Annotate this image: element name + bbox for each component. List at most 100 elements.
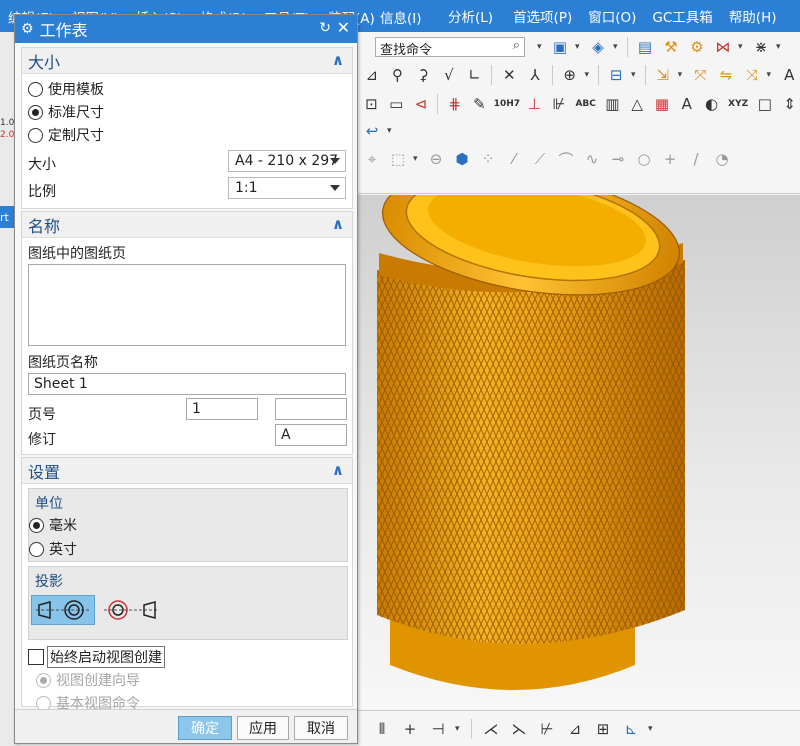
- snap-icon[interactable]: ⋇: [750, 36, 772, 58]
- circle-icon[interactable]: ○: [633, 148, 655, 170]
- label-abc[interactable]: ABC: [573, 93, 598, 115]
- cross-icon[interactable]: ✕: [498, 64, 520, 86]
- stack-icon[interactable]: ⇕: [779, 93, 800, 115]
- triangle-icon[interactable]: △: [627, 93, 648, 115]
- table-icon[interactable]: ▥: [602, 93, 623, 115]
- fillet-icon[interactable]: ⊬: [536, 718, 558, 740]
- menu-info[interactable]: 信息(I): [372, 7, 430, 27]
- analysis-icon[interactable]: ⚙: [686, 36, 708, 58]
- dimension-icon[interactable]: ⊟: [605, 64, 627, 86]
- radio-use-template[interactable]: 使用模板: [28, 79, 104, 99]
- line-icon[interactable]: ⊿: [361, 64, 383, 86]
- view-frame-icon[interactable]: ⊡: [361, 93, 382, 115]
- sketch-snap-icon[interactable]: ⌖: [361, 148, 383, 170]
- pattern-icon[interactable]: ⊞: [592, 718, 614, 740]
- radio-custom-size[interactable]: 定制尺寸: [28, 125, 104, 145]
- constraint-icon[interactable]: ⊾: [620, 718, 642, 740]
- sheet-list[interactable]: [28, 264, 346, 346]
- view-sheet-icon[interactable]: ▭: [386, 93, 407, 115]
- first-angle-projection-button[interactable]: [31, 595, 95, 625]
- dropdown-arrow-icon[interactable]: ▾: [678, 70, 686, 80]
- chamfer-icon[interactable]: ⊿: [564, 718, 586, 740]
- dropdown-arrow-icon[interactable]: ▾: [537, 42, 545, 52]
- revision-input[interactable]: A: [275, 424, 347, 446]
- add-icon[interactable]: +: [399, 718, 421, 740]
- dropdown-arrow-icon[interactable]: ▾: [776, 42, 784, 52]
- plus-icon[interactable]: +: [659, 148, 681, 170]
- tools-icon[interactable]: ⚒: [660, 36, 682, 58]
- weld-icon[interactable]: ⊮: [549, 93, 570, 115]
- radio-inch[interactable]: 英寸: [29, 539, 77, 559]
- target-icon[interactable]: ⊕: [559, 64, 581, 86]
- node-icon[interactable]: ⊸: [607, 148, 629, 170]
- graphics-viewport[interactable]: [355, 195, 800, 710]
- cube-icon[interactable]: ⬢: [451, 148, 473, 170]
- menu-analysis[interactable]: 分析(L): [440, 6, 501, 26]
- chart-table-icon[interactable]: ▦: [652, 93, 673, 115]
- cylinder-icon[interactable]: ⊖: [425, 148, 447, 170]
- tolerance-label[interactable]: 10H7: [494, 93, 520, 115]
- selection-filter-icon[interactable]: ⋈: [712, 36, 734, 58]
- cancel-button[interactable]: 取消: [294, 716, 348, 740]
- dropdown-arrow-icon[interactable]: ▾: [575, 42, 583, 52]
- dropdown-arrow-icon[interactable]: ▾: [584, 70, 592, 80]
- rectangle-select-icon[interactable]: ⬚: [387, 148, 409, 170]
- check-icon[interactable]: √: [438, 64, 460, 86]
- command-finder-input[interactable]: 查找命令 ⌕: [375, 37, 525, 58]
- dropdown-arrow-icon[interactable]: ▾: [767, 70, 775, 80]
- menu-gc-toolbox[interactable]: GC工具箱: [644, 6, 720, 26]
- arrow-view-icon[interactable]: ⊲: [411, 93, 432, 115]
- bend-icon[interactable]: ⅄: [524, 64, 546, 86]
- datum-icon[interactable]: ⊥: [524, 93, 545, 115]
- layer-icon[interactable]: ▤: [634, 36, 656, 58]
- page-number-input[interactable]: 1: [186, 398, 258, 420]
- size-section-header[interactable]: 大小 ∧: [22, 48, 352, 74]
- settings-section-header[interactable]: 设置 ∧: [22, 458, 352, 484]
- grid-icon[interactable]: ⋕: [444, 93, 465, 115]
- trim-icon[interactable]: ⋌: [480, 718, 502, 740]
- apply-button[interactable]: 应用: [237, 716, 289, 740]
- size-select[interactable]: A4 - 210 x 297: [228, 150, 346, 172]
- dropdown-arrow-icon[interactable]: ▾: [631, 70, 639, 80]
- label-xyz[interactable]: XYZ: [726, 93, 751, 115]
- gauge-icon[interactable]: ◔: [711, 148, 733, 170]
- transform-icon[interactable]: ⇲: [652, 64, 674, 86]
- dialog-titlebar[interactable]: ⚙ 工作表 ↻ ✕: [15, 15, 357, 43]
- zoom-icon[interactable]: ⚲: [387, 64, 409, 86]
- collapse-icon[interactable]: ∧: [332, 215, 344, 233]
- dropdown-arrow-icon[interactable]: ▾: [613, 42, 621, 52]
- points-icon[interactable]: ⁘: [477, 148, 499, 170]
- close-icon[interactable]: ✕: [337, 18, 350, 37]
- move-icon[interactable]: ⤧: [689, 64, 711, 86]
- angle-icon[interactable]: ∟: [464, 64, 486, 86]
- collapse-icon[interactable]: ∧: [332, 51, 344, 69]
- orient-view-icon[interactable]: ◈: [587, 36, 609, 58]
- radio-millimeter[interactable]: 毫米: [29, 515, 77, 535]
- menu-window[interactable]: 窗口(O): [580, 6, 644, 26]
- scale-select[interactable]: 1:1: [228, 177, 346, 199]
- symmetry-icon[interactable]: ⫴: [371, 718, 393, 740]
- slash-icon[interactable]: /: [685, 148, 707, 170]
- line-draw-icon[interactable]: ⁄: [503, 148, 525, 170]
- dropdown-arrow-icon[interactable]: ▾: [413, 154, 421, 164]
- annotation-icon[interactable]: ✎: [469, 93, 490, 115]
- menu-preferences[interactable]: 首选项(P): [505, 6, 580, 26]
- measure-icon[interactable]: ⚳: [412, 64, 434, 86]
- symbol-icon[interactable]: ◐: [701, 93, 722, 115]
- sheet-name-input[interactable]: Sheet 1: [28, 373, 346, 395]
- radio-view-creation-wizard[interactable]: 视图创建向导: [36, 670, 140, 690]
- ok-button[interactable]: 确定: [178, 716, 232, 740]
- dropdown-arrow-icon[interactable]: ▾: [738, 42, 746, 52]
- polyline-icon[interactable]: ⟋: [529, 148, 551, 170]
- text-icon[interactable]: A: [778, 64, 800, 86]
- arc-icon[interactable]: ⌒: [555, 148, 577, 170]
- mirror-icon[interactable]: ⇋: [715, 64, 737, 86]
- collapse-icon[interactable]: ∧: [332, 461, 344, 479]
- extend-icon[interactable]: ⋋: [508, 718, 530, 740]
- menu-help[interactable]: 帮助(H): [721, 6, 785, 26]
- page-number-suffix-input[interactable]: [275, 398, 347, 420]
- offset-icon[interactable]: ⊣: [427, 718, 449, 740]
- text-style-icon[interactable]: A: [676, 93, 697, 115]
- spline-icon[interactable]: ∿: [581, 148, 603, 170]
- reset-icon[interactable]: ↻: [319, 20, 331, 36]
